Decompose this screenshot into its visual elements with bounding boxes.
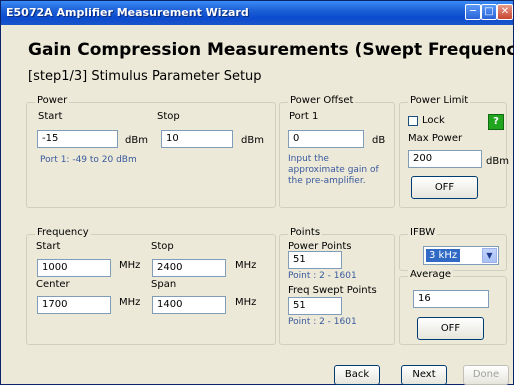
frequency-span-field[interactable]: 1400 [152,296,226,314]
maximize-button[interactable]: □ [481,4,497,20]
frequency-group-label: Frequency [35,227,91,238]
frequency-span-unit: MHz [235,297,257,308]
power-stop-field[interactable]: 10 [161,130,233,148]
window-title: E5072A Amplifier Measurement Wizard [6,6,249,19]
title-bar: E5072A Amplifier Measurement Wizard ─ □ … [1,1,513,25]
help-icon: ? [493,116,499,127]
frequency-center-field[interactable]: 1700 [37,296,111,314]
power-offset-unit: dB [372,135,386,146]
average-field[interactable]: 16 [413,290,489,308]
average-group: Average 16 OFF [399,269,507,345]
ifbw-select[interactable]: 3 kHz ▼ [423,246,499,265]
power-stop-unit: dBm [241,135,264,146]
power-limit-group: Power Limit Lock ? Max Power 200 dBm OFF [399,95,509,208]
power-range-hint: Port 1: -49 to 20 dBm [40,155,137,165]
power-points-hint: Point : 2 - 1601 [288,271,357,281]
power-start-field[interactable]: -15 [37,130,118,148]
power-limit-group-label: Power Limit [408,95,471,106]
ifbw-group-label: IFBW [408,227,438,238]
frequency-stop-unit: MHz [235,260,257,271]
freq-swept-points-label: Freq Swept Points [288,285,377,296]
frequency-start-field[interactable]: 1000 [37,259,111,277]
freq-swept-points-field[interactable]: 51 [288,297,342,315]
max-power-unit: dBm [486,156,509,167]
power-start-label: Start [38,111,63,122]
ifbw-group: IFBW 3 kHz ▼ [399,227,507,271]
power-points-field[interactable]: 51 [288,251,342,269]
power-offset-group: Power Offset Port 1 0 dB Input the appro… [279,95,395,208]
done-button[interactable]: Done [463,365,509,385]
close-button[interactable]: ✕ [497,4,513,20]
power-start-unit: dBm [125,135,148,146]
power-group-label: Power [35,95,70,106]
back-button[interactable]: Back [334,365,380,385]
power-offset-group-label: Power Offset [288,95,356,106]
average-group-label: Average [408,269,454,280]
frequency-start-label: Start [36,241,61,252]
frequency-group: Frequency Start Stop 1000 MHz 2400 MHz C… [26,227,276,345]
minimize-icon: ─ [469,6,477,17]
freq-swept-points-hint: Point : 2 - 1601 [288,317,357,327]
frequency-stop-label: Stop [151,241,174,252]
frequency-center-label: Center [36,279,70,290]
maximize-icon: □ [484,6,494,17]
power-offset-field[interactable]: 0 [288,130,364,148]
power-offset-hint: Input the approximate gain of the pre-am… [288,154,379,186]
points-group: Points Power Points 51 Point : 2 - 1601 … [279,227,395,345]
frequency-span-label: Span [151,279,177,290]
wizard-window: E5072A Amplifier Measurement Wizard ─ □ … [0,0,514,385]
frequency-start-unit: MHz [119,260,141,271]
next-button[interactable]: Next [401,365,447,385]
page-title: Gain Compression Measurements (Swept Fre… [28,40,514,60]
average-off-button[interactable]: OFF [417,317,484,340]
step-subtitle: [step1/3] Stimulus Parameter Setup [28,69,262,84]
lock-label: Lock [422,115,445,126]
ifbw-selected-value: 3 kHz [426,249,461,262]
max-power-field[interactable]: 200 [408,150,482,168]
power-stop-label: Stop [157,111,180,122]
minimize-button[interactable]: ─ [465,4,481,20]
max-power-label: Max Power [408,133,463,144]
help-button[interactable]: ? [488,114,504,130]
power-offset-port-label: Port 1 [289,111,319,122]
points-group-label: Points [288,227,323,238]
frequency-stop-field[interactable]: 2400 [152,259,226,277]
power-limit-off-button[interactable]: OFF [411,176,478,199]
close-icon: ✕ [500,6,510,17]
power-group: Power Start Stop -15 dBm 10 dBm Port 1: … [26,95,276,208]
chevron-down-icon[interactable]: ▼ [482,248,497,263]
frequency-center-unit: MHz [119,297,141,308]
lock-checkbox[interactable] [408,116,418,126]
